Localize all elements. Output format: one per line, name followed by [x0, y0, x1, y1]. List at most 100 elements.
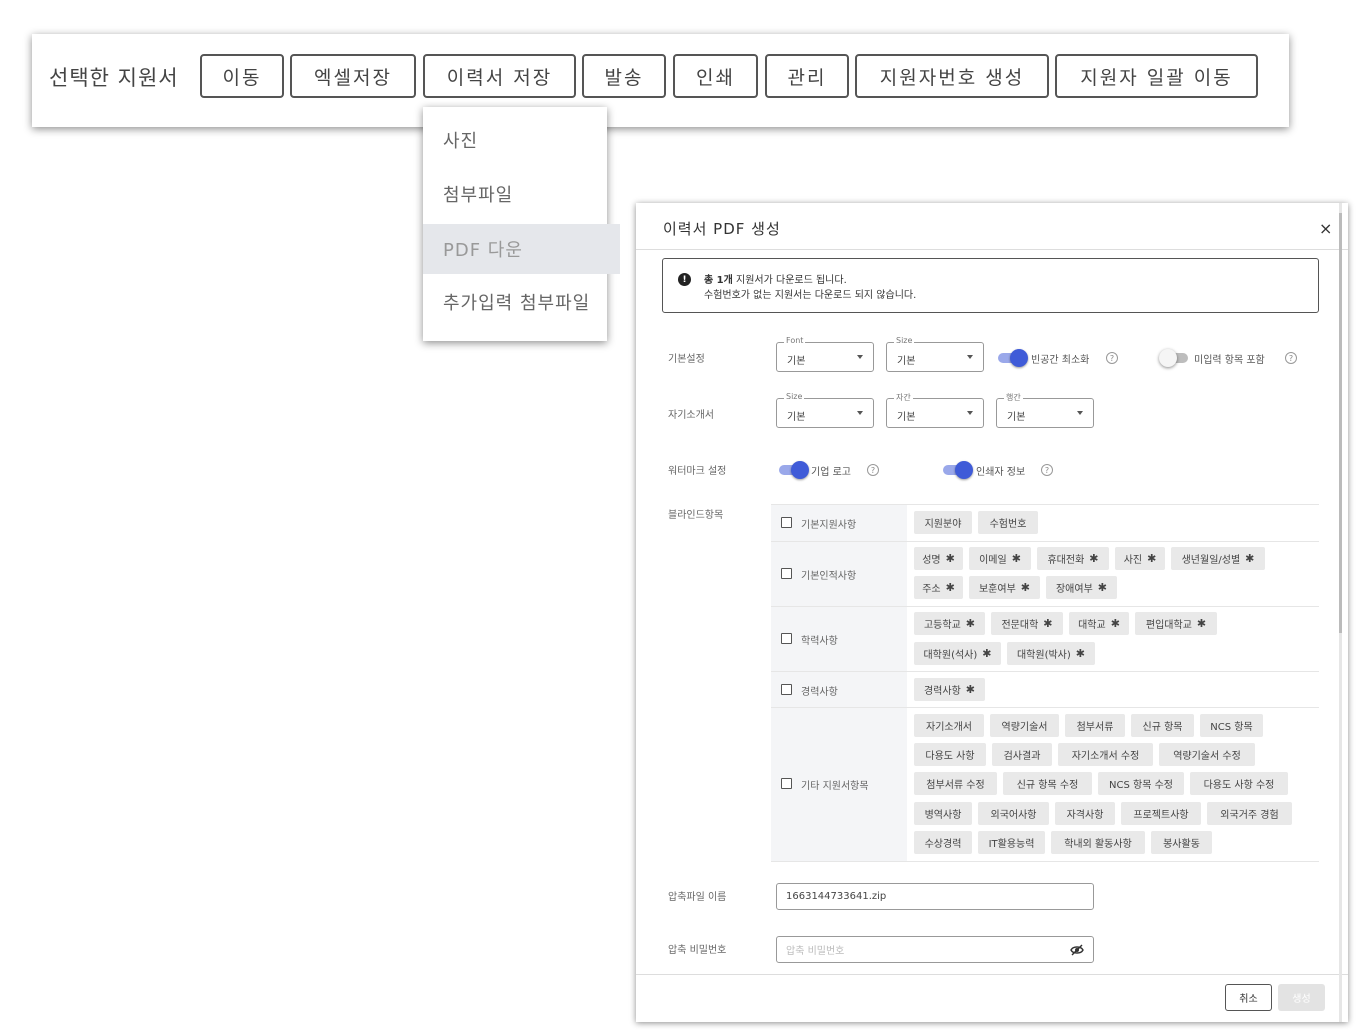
- resume-save-button[interactable]: 이력서 저장: [423, 54, 576, 98]
- chip[interactable]: 다용도 사항 수정: [1190, 772, 1288, 795]
- chip[interactable]: 대학교 ✱: [1069, 612, 1129, 635]
- size-select[interactable]: Size 기본: [886, 336, 984, 372]
- include-empty-label: 미입력 항목 포함: [1194, 355, 1265, 366]
- close-icon[interactable]: ×: [1319, 219, 1332, 238]
- zip-password-label: 압축 비밀번호: [668, 945, 727, 956]
- cancel-button[interactable]: 취소: [1225, 984, 1272, 1011]
- chip[interactable]: 신규 항목 수정: [1003, 772, 1092, 795]
- chip[interactable]: 지원분야: [914, 511, 972, 534]
- gear-icon: ✱: [1020, 581, 1031, 594]
- company-logo-toggle[interactable]: [778, 461, 809, 479]
- intro-line-height-select[interactable]: 행간 기본: [996, 392, 1094, 428]
- chevron-down-icon: [857, 355, 863, 359]
- include-empty-toggle[interactable]: [1159, 349, 1189, 367]
- manage-button[interactable]: 관리: [765, 54, 849, 98]
- chip[interactable]: 외국어사항: [978, 802, 1049, 825]
- chip[interactable]: 검사결과: [992, 743, 1052, 766]
- gear-icon: ✱: [1089, 552, 1099, 565]
- scrollbar-thumb[interactable]: [1339, 213, 1342, 633]
- send-button[interactable]: 발송: [582, 54, 666, 98]
- menu-item-extra-attachments[interactable]: 추가입력 첨부파일: [423, 277, 620, 327]
- basic-settings-label: 기본설정: [668, 354, 705, 365]
- chip[interactable]: 이메일 ✱: [969, 547, 1031, 570]
- chip[interactable]: 자기소개서 수정: [1058, 743, 1153, 766]
- intro-spacing-select[interactable]: 자간 기본: [886, 392, 984, 428]
- chip[interactable]: 생년월일/성별 ✱: [1171, 547, 1265, 570]
- chip[interactable]: 첨부서류: [1065, 714, 1125, 737]
- gear-icon: ✱: [1011, 552, 1021, 565]
- chip[interactable]: 대학원(박사) ✱: [1007, 642, 1095, 665]
- dialog-title: 이력서 PDF 생성: [663, 220, 781, 238]
- chip[interactable]: 다용도 사항: [914, 743, 986, 766]
- intro-size-select[interactable]: Size 기본: [776, 392, 874, 428]
- chip[interactable]: 전문대학 ✱: [991, 612, 1063, 635]
- pdf-create-dialog: 이력서 PDF 생성 × ! 총 1개 지원서가 다운로드 됩니다. 수험번호가…: [636, 203, 1348, 1022]
- help-icon[interactable]: ?: [1285, 352, 1297, 364]
- chip[interactable]: IT활용능력: [978, 831, 1045, 854]
- printer-info-label: 인쇄자 정보: [976, 467, 1026, 478]
- row-label-basic-personal: 기본인적사항: [801, 571, 857, 582]
- zip-password-input[interactable]: 압축 비밀번호: [776, 936, 1094, 963]
- help-icon[interactable]: ?: [1106, 352, 1118, 364]
- font-select[interactable]: Font 기본: [776, 336, 874, 372]
- chip[interactable]: 자기소개서: [914, 714, 984, 737]
- help-icon[interactable]: ?: [867, 464, 879, 476]
- gear-icon: ✱: [1110, 617, 1120, 630]
- download-notice: ! 총 1개 지원서가 다운로드 됩니다. 수험번호가 없는 지원서는 다운로드…: [662, 258, 1319, 313]
- chip[interactable]: 성명 ✱: [914, 547, 963, 570]
- chip[interactable]: 신규 항목: [1131, 714, 1194, 737]
- chip[interactable]: 수험번호: [978, 511, 1038, 534]
- help-icon[interactable]: ?: [1041, 464, 1053, 476]
- printer-info-toggle[interactable]: [942, 461, 973, 479]
- gear-icon: ✱: [945, 581, 955, 594]
- bulk-move-applicants-button[interactable]: 지원자 일괄 이동: [1055, 54, 1258, 98]
- eye-off-icon[interactable]: [1070, 944, 1084, 956]
- chip[interactable]: 외국거주 경험: [1207, 802, 1292, 825]
- gear-icon: ✱: [945, 552, 955, 565]
- move-button[interactable]: 이동: [200, 54, 284, 98]
- chip[interactable]: 편입대학교 ✱: [1135, 612, 1217, 635]
- gear-icon: ✱: [982, 647, 992, 660]
- chip[interactable]: 고등학교 ✱: [914, 612, 985, 635]
- menu-item-pdf-download[interactable]: PDF 다운: [423, 224, 620, 274]
- chip[interactable]: NCS 항목: [1200, 714, 1263, 737]
- chip[interactable]: 자격사항: [1055, 802, 1115, 825]
- menu-item-attachments[interactable]: 첨부파일: [423, 169, 620, 219]
- chip[interactable]: 장애여부 ✱: [1046, 576, 1117, 599]
- chip[interactable]: 병역사항: [914, 802, 972, 825]
- footer-divider: [636, 974, 1348, 975]
- chevron-down-icon: [1077, 411, 1083, 415]
- chip[interactable]: 경력사항 ✱: [914, 678, 985, 701]
- gear-icon: ✱: [1075, 647, 1086, 660]
- generate-applicant-number-button[interactable]: 지원자번호 생성: [855, 54, 1049, 98]
- checkbox-basic-application[interactable]: [781, 517, 792, 528]
- gear-icon: ✱: [965, 617, 976, 630]
- chip[interactable]: 첨부서류 수정: [914, 772, 997, 795]
- row-label-education: 학력사항: [801, 636, 838, 647]
- checkbox-education[interactable]: [781, 633, 792, 644]
- checkbox-career[interactable]: [781, 684, 792, 695]
- chip[interactable]: 프로젝트사항: [1121, 802, 1201, 825]
- checkbox-other-items[interactable]: [781, 778, 792, 789]
- chip[interactable]: 주소 ✱: [914, 576, 963, 599]
- print-button[interactable]: 인쇄: [673, 54, 758, 98]
- zip-name-label: 압축파일 이름: [668, 892, 727, 903]
- checkbox-basic-personal[interactable]: [781, 568, 792, 579]
- chip[interactable]: 봉사활동: [1151, 831, 1212, 854]
- chip[interactable]: 휴대전화 ✱: [1037, 547, 1109, 570]
- chip[interactable]: 학내외 활동사항: [1051, 831, 1145, 854]
- minimize-blank-toggle[interactable]: [997, 349, 1028, 367]
- zip-name-input[interactable]: 1663144733641.zip: [776, 883, 1094, 910]
- chip[interactable]: 보훈여부 ✱: [969, 576, 1040, 599]
- chip[interactable]: NCS 항목 수정: [1098, 772, 1184, 795]
- create-button[interactable]: 생성: [1278, 984, 1325, 1011]
- chip[interactable]: 수상경력: [914, 831, 972, 854]
- blind-items-label: 블라인드항목: [668, 510, 724, 521]
- chip[interactable]: 역량기술서 수정: [1159, 743, 1255, 766]
- chip[interactable]: 대학원(석사) ✱: [914, 642, 1001, 665]
- excel-save-button[interactable]: 엑셀저장: [290, 54, 416, 98]
- menu-item-photo[interactable]: 사진: [423, 115, 620, 165]
- chip[interactable]: 사진 ✱: [1115, 547, 1165, 570]
- chip[interactable]: 역량기술서: [990, 714, 1059, 737]
- chevron-down-icon: [967, 355, 973, 359]
